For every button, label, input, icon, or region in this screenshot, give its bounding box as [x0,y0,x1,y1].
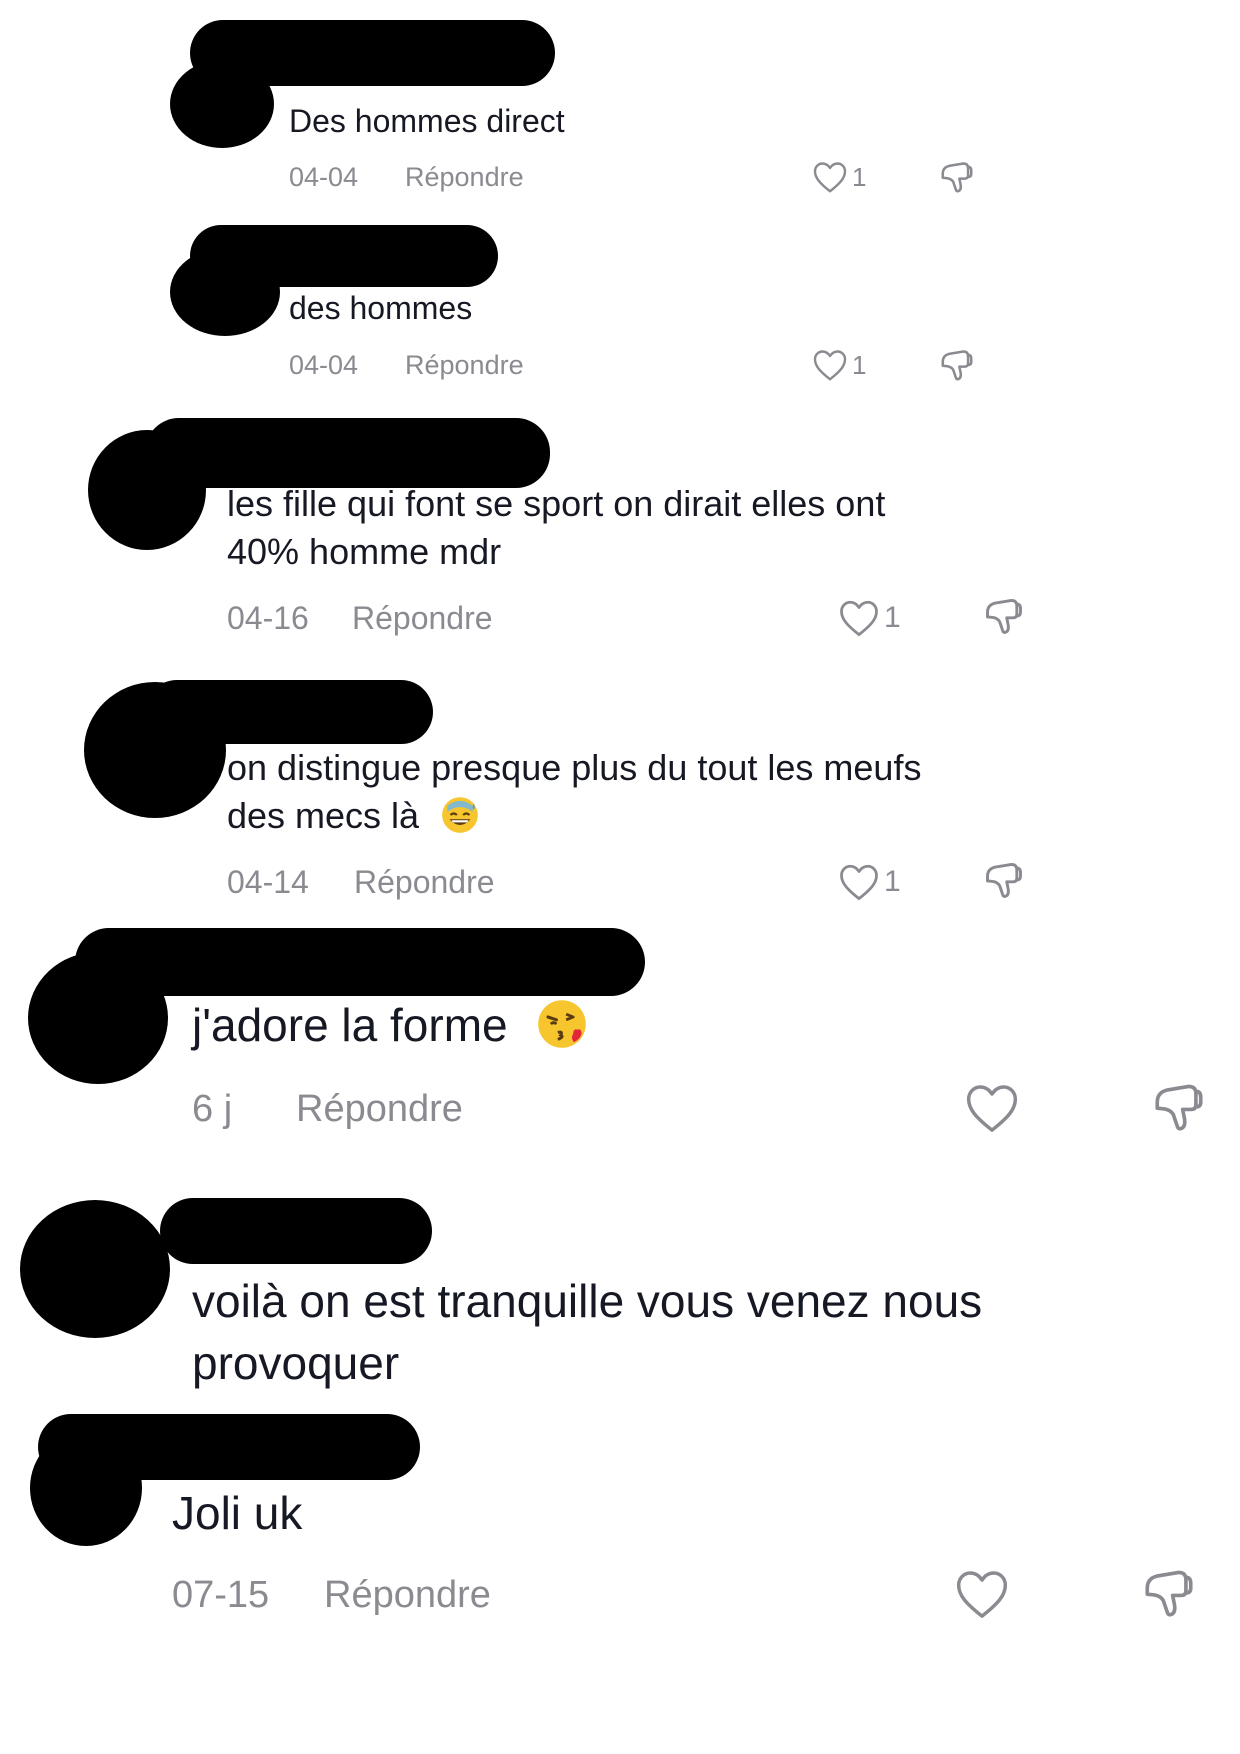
like-button[interactable]: 1 [838,862,901,902]
comment-line: des mecs là [227,795,420,836]
redacted-username [160,1198,432,1264]
comment-text: j'adore la forme [192,999,508,1051]
like-button[interactable]: 1 [838,598,901,638]
heart-outline-icon [956,1571,1008,1618]
grinning-sweat-emoji [442,797,478,834]
redacted-avatar [170,60,274,148]
dislike-button[interactable] [938,158,976,196]
reply-button[interactable]: Répondre [296,1088,463,1131]
redacted-avatar [20,1200,170,1338]
comment-line-with-emoji: des mecs là [227,792,921,840]
comment-date: 07-15 [172,1574,270,1616]
redacted-username [145,418,550,488]
thumbs-down-icon [941,162,973,193]
redacted-avatar [88,430,206,550]
like-count: 1 [884,865,901,898]
comment-date: 04-04 [289,350,359,380]
like-count: 1 [884,601,901,634]
reply-button[interactable]: Répondre [354,864,495,901]
comment-line: on distingue presque plus du tout les me… [227,747,922,788]
comment-text: Des hommes direct [289,103,565,139]
redacted-username [75,928,645,996]
face-blowing-kiss-emoji [538,1000,587,1048]
thumbs-down-icon [941,350,973,381]
comment-date: 6 j [192,1088,233,1130]
heart-outline-icon [840,600,878,637]
redacted-avatar [170,248,280,336]
dislike-button[interactable] [938,346,976,384]
comment-date: 04-04 [289,162,359,192]
comment-text: Joli uk [172,1487,303,1539]
dislike-button[interactable] [982,858,1026,902]
like-button[interactable] [964,1082,1020,1134]
reply-button[interactable]: Répondre [405,162,524,193]
like-button[interactable] [954,1568,1010,1620]
reply-button[interactable]: Répondre [352,600,493,637]
comment-text-row: j'adore la forme [192,998,590,1053]
comment-line: voilà on est tranquille vous venez nous [192,1275,983,1327]
redacted-avatar [28,952,168,1084]
comment-text: voilà on est tranquille vous venez nous … [192,1270,982,1394]
comment-text: on distingue presque plus du tout les me… [227,744,921,840]
reply-button[interactable]: Répondre [405,350,524,381]
comment-line: 40% homme mdr [227,531,502,572]
heart-outline-icon [813,162,847,193]
thumbs-down-icon [986,862,1022,898]
thumbs-down-icon [1145,1570,1193,1617]
redacted-avatar [84,682,226,818]
dislike-button[interactable] [1150,1078,1208,1136]
like-button[interactable]: 1 [812,160,866,194]
comment-date: 04-16 [227,600,309,636]
like-count: 1 [852,161,867,192]
comment-line: les fille qui font se sport on dirait el… [227,483,886,524]
reply-button[interactable]: Répondre [324,1574,491,1617]
comment-date: 04-14 [227,864,309,900]
heart-outline-icon [966,1085,1018,1132]
comment-text: des hommes [289,290,473,326]
heart-outline-icon [840,864,878,901]
thumbs-down-icon [986,598,1022,634]
dislike-button[interactable] [982,594,1026,638]
comment-line: provoquer [192,1337,400,1389]
like-button[interactable]: 1 [812,348,866,382]
thumbs-down-icon [1155,1084,1203,1131]
heart-outline-icon [813,350,847,381]
dislike-button[interactable] [1140,1564,1198,1622]
comment-text: les fille qui font se sport on dirait el… [227,480,885,576]
like-count: 1 [852,349,867,380]
redacted-avatar [30,1430,142,1546]
